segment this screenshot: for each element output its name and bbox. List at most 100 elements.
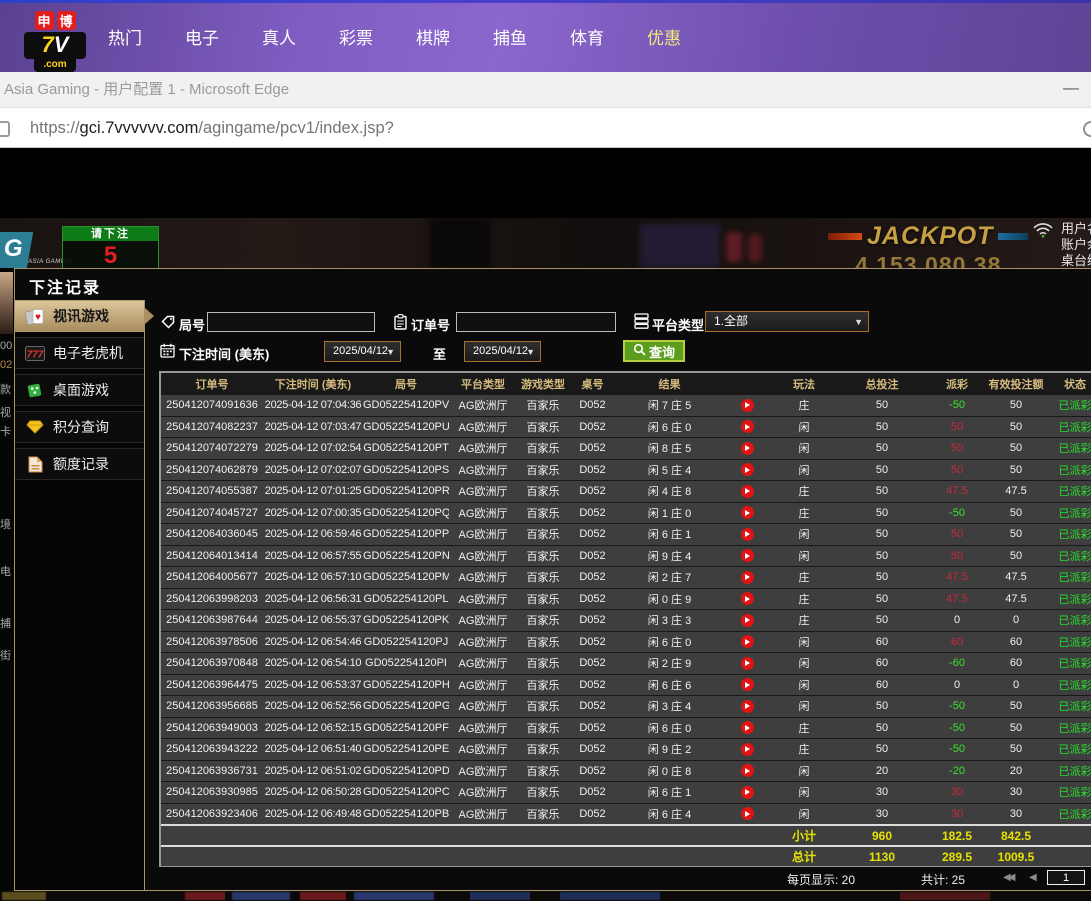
table-row[interactable]: 250412063930985 2025-04-12 06:50:28 GD05… [161,781,1091,803]
table-row[interactable]: 250412063998203 2025-04-12 06:56:31 GD05… [161,588,1091,610]
search-button[interactable]: 查询 [623,340,685,362]
cell-result: 闲 3 庄 4 [616,698,723,714]
cell-bet-time: 2025-04-12 07:03:47 [263,421,363,433]
sidebar-item-label: 桌面游戏 [53,380,109,400]
replay-button[interactable] [741,442,754,455]
replay-button[interactable] [741,420,754,433]
table-row[interactable]: 250412063949003 2025-04-12 06:52:15 GD05… [161,717,1091,739]
ticker-block [900,892,990,900]
replay-button[interactable] [741,721,754,734]
replay-button[interactable] [741,592,754,605]
cell-order-id: 250412063956685 [161,700,263,712]
first-page-button[interactable]: ◀◀ [1003,872,1012,883]
replay-button[interactable] [741,635,754,648]
cell-game-type: 百家乐 [517,677,569,693]
cell-bet-time: 2025-04-12 06:52:15 [263,722,363,734]
cell-replay [723,549,771,562]
replay-button[interactable] [741,700,754,713]
table-row[interactable]: 250412064005677 2025-04-12 06:57:10 GD05… [161,566,1091,588]
replay-button[interactable] [741,678,754,691]
replay-button[interactable] [741,506,754,519]
cell-round-id: GD052254120PK [363,614,449,626]
replay-button[interactable] [741,743,754,756]
table-row[interactable]: 250412074062879 2025-04-12 07:02:07 GD05… [161,459,1091,481]
reload-icon[interactable] [1083,121,1091,137]
sidebar-item-table-games[interactable]: 桌面游戏 [15,374,144,406]
table-row[interactable]: 250412063936731 2025-04-12 06:51:02 GD05… [161,760,1091,782]
cell-replay [723,528,771,541]
nav-item-electronic[interactable]: 电子 [184,24,220,49]
sidebar-item-live-games[interactable]: ♥ 视讯游戏 [15,300,144,332]
table-row[interactable]: 250412074045727 2025-04-12 07:00:35 GD05… [161,502,1091,524]
cell-game-type: 百家乐 [517,720,569,736]
table-row[interactable]: 250412074055387 2025-04-12 07:01:25 GD05… [161,480,1091,502]
cell-bet-side: 庄 [771,741,837,757]
table-row[interactable]: 250412063956685 2025-04-12 06:52:56 GD05… [161,695,1091,717]
nav-item-fishing[interactable]: 捕鱼 [492,24,528,49]
cell-bet-time: 2025-04-12 07:01:25 [263,485,363,497]
ticker-block [185,892,225,900]
site-logo[interactable]: 申 博 7V .com [24,11,86,72]
nav-item-board[interactable]: 棋牌 [415,24,451,49]
replay-button[interactable] [741,571,754,584]
replay-button[interactable] [741,463,754,476]
play-icon [745,402,750,408]
account-balance-label: 账户余额 [1061,237,1091,253]
table-row[interactable]: 250412064036045 2025-04-12 06:59:46 GD05… [161,523,1091,545]
table-row[interactable]: 250412074082237 2025-04-12 07:03:47 GD05… [161,416,1091,438]
table-row[interactable]: 250412063943222 2025-04-12 06:51:40 GD05… [161,738,1091,760]
round-id-input[interactable] [207,312,375,332]
cell-bet-side: 闲 [771,655,837,671]
replay-button[interactable] [741,657,754,670]
cell-status: 已派彩 [1045,505,1091,521]
table-row[interactable]: 250412063964475 2025-04-12 06:53:37 GD05… [161,674,1091,696]
platform-type-select[interactable]: 1.全部 ▼ [705,311,869,332]
nav-item-live[interactable]: 真人 [261,24,297,49]
nav-item-hot[interactable]: 热门 [107,24,143,49]
replay-button[interactable] [741,485,754,498]
table-row[interactable]: 250412063978506 2025-04-12 06:54:46 GD05… [161,631,1091,653]
sidebar-item-points[interactable]: 积分查询 [15,411,144,443]
cell-order-id: 250412064036045 [161,528,263,540]
sidebar-item-credit-records[interactable]: 额度记录 [15,448,144,480]
cell-order-id: 250412074045727 [161,507,263,519]
replay-button[interactable] [741,528,754,541]
cell-round-id: GD052254120PV [363,399,449,411]
replay-button[interactable] [741,614,754,627]
subtotal-payout: 182.5 [927,829,987,843]
play-icon [745,660,750,666]
order-id-input[interactable] [456,312,616,332]
cell-round-id: GD052254120PB [363,808,449,820]
cell-replay [723,485,771,498]
table-row[interactable]: 250412074072279 2025-04-12 07:02:54 GD05… [161,437,1091,459]
cell-bet-time: 2025-04-12 06:59:46 [263,528,363,540]
address-bar[interactable]: https://gci.7vvvvvv.com/agingame/pcv1/in… [0,108,1091,148]
bet-records-table: 订单号 下注时间 (美东) 局号 平台类型 游戏类型 桌号 结果 玩法 总投注 … [159,371,1091,868]
edge-fragment: 捕 [0,615,13,631]
total-payout: 289.5 [927,850,987,864]
nav-item-sports[interactable]: 体育 [569,24,605,49]
replay-button[interactable] [741,786,754,799]
replay-button[interactable] [741,549,754,562]
prev-page-button[interactable]: ◀ [1029,872,1037,883]
cell-bet-time: 2025-04-12 06:57:10 [263,571,363,583]
cell-result: 闲 2 庄 7 [616,569,723,585]
table-row[interactable]: 250412064013414 2025-04-12 06:57:55 GD05… [161,545,1091,567]
replay-button[interactable] [741,399,754,412]
date-from-select[interactable]: 2025/04/12 ▼ [324,341,401,362]
table-row[interactable]: 250412063923406 2025-04-12 06:49:48 GD05… [161,803,1091,825]
replay-button[interactable] [741,764,754,777]
nav-item-lottery[interactable]: 彩票 [338,24,374,49]
nav-item-promo[interactable]: 优惠 [646,24,682,49]
table-row[interactable]: 250412074091636 2025-04-12 07:04:36 GD05… [161,394,1091,416]
cell-game-type: 百家乐 [517,741,569,757]
table-row[interactable]: 250412063970848 2025-04-12 06:54:10 GD05… [161,652,1091,674]
replay-button[interactable] [741,807,754,820]
cell-order-id: 250412074082237 [161,421,263,433]
page-number-input[interactable]: 1 [1047,870,1085,885]
minimize-button[interactable]: — [1063,72,1079,105]
url-text[interactable]: https://gci.7vvvvvv.com/agingame/pcv1/in… [30,108,394,148]
sidebar-item-slots[interactable]: 777 电子老虎机 [15,337,144,369]
date-to-select[interactable]: 2025/04/12 ▼ [464,341,541,362]
table-row[interactable]: 250412063987644 2025-04-12 06:55:37 GD05… [161,609,1091,631]
